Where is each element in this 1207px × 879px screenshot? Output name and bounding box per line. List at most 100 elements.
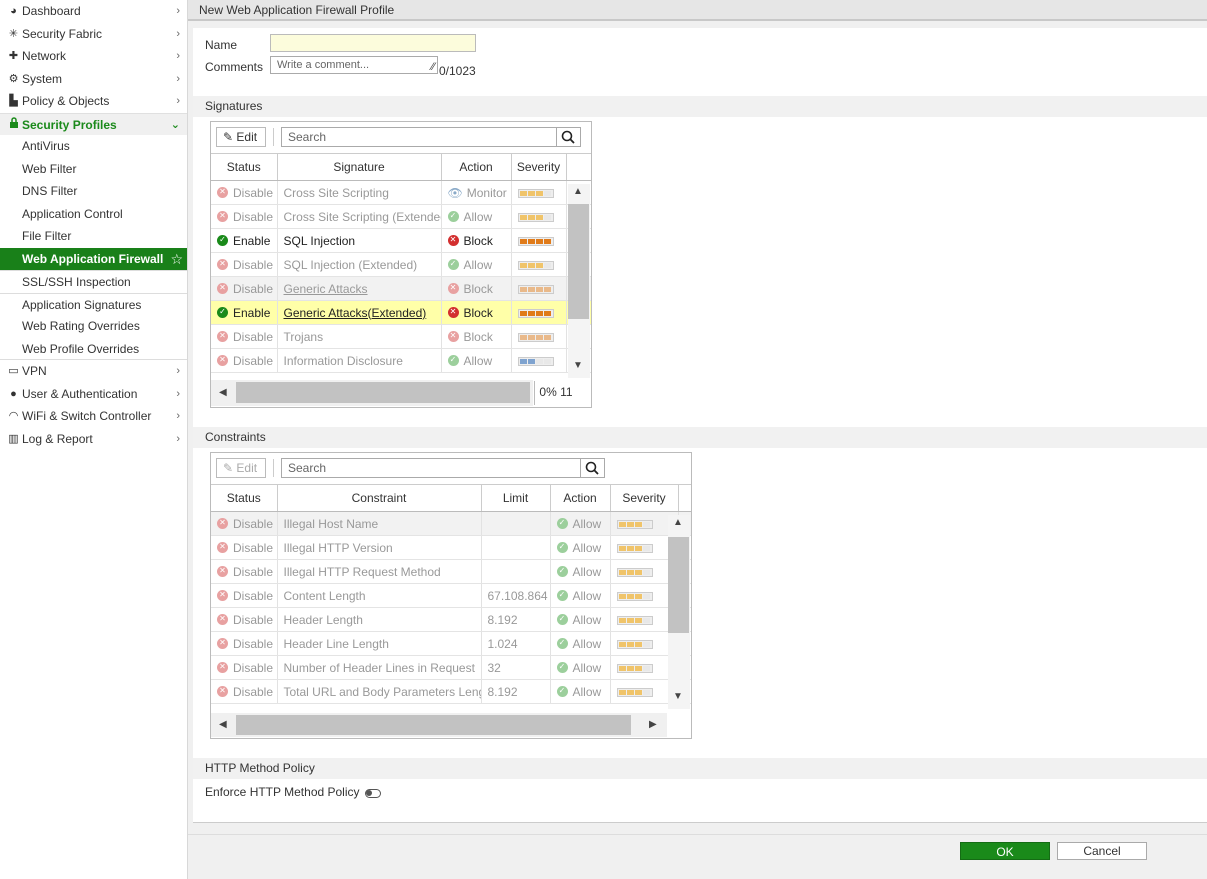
hscroll-thumb[interactable]	[236, 715, 631, 735]
table-row[interactable]: Disable Illegal HTTP Version Allow	[211, 535, 691, 560]
severity-segment	[642, 665, 650, 671]
status-cell: Disable	[211, 631, 278, 656]
table-row[interactable]: Disable Trojans Block	[211, 324, 591, 349]
constraint-cell: Header Line Length	[277, 631, 482, 656]
sidebar-subitem-antivirus[interactable]: AntiVirus	[0, 135, 187, 158]
scroll-left-icon[interactable]: ◀	[219, 719, 227, 730]
scroll-up-icon[interactable]: ▲	[673, 517, 683, 528]
table-row[interactable]: Disable Cross Site Scripting 👁︎Monitor	[211, 180, 591, 205]
sidebar-item-wifi-switch-controller[interactable]: ◠ WiFi & Switch Controller ›	[0, 405, 187, 428]
table-row[interactable]: Disable Content Length 67.108.864 Allow	[211, 583, 691, 608]
name-input[interactable]	[270, 34, 476, 52]
favorite-star-icon[interactable]: ☆	[170, 248, 183, 271]
constraints-vscroll[interactable]: ▲ ▼	[668, 515, 690, 709]
signatures-search-input[interactable]: Search	[281, 127, 557, 147]
col-status[interactable]: Status	[211, 153, 278, 181]
constraints-hscroll[interactable]: ◀ ▶	[211, 713, 667, 737]
disabled-x-icon	[217, 685, 228, 697]
table-row[interactable]: Disable Number of Header Lines in Request…	[211, 655, 691, 680]
toolbar-divider	[273, 459, 274, 477]
hscroll-thumb[interactable]	[236, 382, 530, 403]
col-action[interactable]: Action	[441, 153, 512, 181]
sidebar-item-system[interactable]: ⚙ System ›	[0, 68, 187, 91]
scroll-down-icon[interactable]: ▼	[573, 360, 583, 371]
enabled-check-icon	[217, 306, 228, 318]
sidebar-subitem-web-profile-overrides[interactable]: Web Profile Overrides	[0, 338, 187, 360]
sidebar-item-network[interactable]: ✚ Network ›	[0, 45, 187, 68]
severity-bar	[517, 260, 554, 270]
signature-cell: Cross Site Scripting (Extended)	[277, 204, 442, 229]
scroll-down-icon[interactable]: ▼	[673, 691, 683, 702]
signatures-vscroll[interactable]: ▲ ▼	[568, 184, 590, 378]
table-row[interactable]: Disable Information Disclosure Allow	[211, 348, 591, 373]
action-cell: Allow	[550, 655, 611, 680]
sidebar-subitem-file-filter[interactable]: File Filter	[0, 225, 187, 248]
scroll-right-icon[interactable]: ▶	[649, 719, 657, 730]
sidebar-item-user-authentication[interactable]: ● User & Authentication ›	[0, 383, 187, 406]
sidebar-subitem-ssl-ssh-inspection[interactable]: SSL/SSH Inspection	[0, 270, 187, 293]
sidebar-item-label: WiFi & Switch Controller	[22, 409, 152, 423]
sidebar-subitem-web-application-firewall[interactable]: Web Application Firewall ☆	[0, 247, 187, 271]
sidebar-subitem-web-rating-overrides[interactable]: Web Rating Overrides	[0, 315, 187, 338]
sidebar-item-policy-objects[interactable]: ▙ Policy & Objects ›	[0, 90, 187, 113]
action-cell: Allow	[441, 252, 512, 277]
network-icon: ✚	[8, 50, 19, 62]
cancel-button[interactable]: Cancel	[1057, 842, 1147, 860]
sidebar-subitem-label: Web Filter	[22, 161, 77, 176]
constraints-search-button[interactable]	[580, 458, 605, 478]
scroll-up-icon[interactable]: ▲	[573, 186, 583, 197]
status-text: Disable	[233, 353, 274, 368]
sidebar-item-dashboard[interactable]: ◕ Dashboard ›	[0, 0, 187, 23]
table-row[interactable]: Enable SQL Injection Block	[211, 228, 591, 253]
table-row[interactable]: Disable SQL Injection (Extended) Allow	[211, 252, 591, 277]
ok-button[interactable]: OK	[960, 842, 1050, 860]
table-row[interactable]: Disable Generic Attacks Block	[211, 276, 591, 301]
constraint-cell: Illegal Host Name	[277, 511, 482, 536]
comments-field[interactable]: Write a comment... ⁄⁄	[270, 56, 438, 74]
scroll-thumb[interactable]	[668, 537, 689, 633]
constraints-edit-button[interactable]: ✎ Edit	[216, 458, 266, 478]
col-limit[interactable]: Limit	[481, 484, 551, 512]
col-constraint[interactable]: Constraint	[277, 484, 482, 512]
table-row[interactable]: Disable Header Line Length 1.024 Allow	[211, 631, 691, 656]
constraint-cell: Content Length	[277, 583, 482, 608]
col-severity[interactable]: Severity	[511, 153, 567, 181]
col-action[interactable]: Action	[550, 484, 611, 512]
table-row[interactable]: Disable Illegal Host Name Allow	[211, 511, 691, 536]
table-row[interactable]: Enable Generic Attacks(Extended) Block	[211, 300, 591, 325]
sidebar-subitem-web-filter[interactable]: Web Filter	[0, 158, 187, 181]
sidebar-item-security-profiles[interactable]: Security Profiles ⌄	[0, 112, 187, 135]
table-row[interactable]: Disable Header Length 8.192 Allow	[211, 607, 691, 632]
sidebar-subitem-application-signatures[interactable]: Application Signatures	[0, 292, 187, 316]
sidebar-item-log-report[interactable]: ▥ Log & Report ›	[0, 428, 187, 451]
col-signature[interactable]: Signature	[277, 153, 442, 181]
signatures-panel: ✎ Edit Search Status Signature Action Se…	[210, 121, 592, 408]
sidebar-subitem-application-control[interactable]: Application Control	[0, 203, 187, 226]
severity-segment	[543, 190, 551, 196]
enforce-http-method-toggle[interactable]	[365, 789, 381, 798]
signatures-hscroll[interactable]: ◀	[211, 380, 533, 406]
action-cell: Allow	[441, 204, 512, 229]
sidebar-subitem-dns-filter[interactable]: DNS Filter	[0, 180, 187, 203]
table-row[interactable]: Disable Cross Site Scripting (Extended) Al…	[211, 204, 591, 229]
action-cell: Block	[441, 276, 512, 301]
scroll-thumb[interactable]	[568, 204, 589, 319]
resize-handle-icon[interactable]: ⁄⁄	[431, 61, 435, 73]
signature-name: SQL Injection (Extended)	[283, 257, 418, 272]
sidebar-item-security-fabric[interactable]: ✳ Security Fabric ›	[0, 23, 187, 46]
severity-segment	[543, 238, 551, 244]
disabled-x-icon	[217, 210, 228, 222]
sidebar-item-label: User & Authentication	[22, 386, 138, 401]
table-row[interactable]: Disable Illegal HTTP Request Method Allow	[211, 559, 691, 584]
col-severity[interactable]: Severity	[610, 484, 679, 512]
disabled-x-icon	[217, 565, 228, 577]
sidebar-item-vpn[interactable]: ▭ VPN ›	[0, 360, 187, 383]
table-row[interactable]: Disable Total URL and Body Parameters Len…	[211, 679, 691, 704]
signatures-search-button[interactable]	[556, 127, 581, 147]
constraints-search-input[interactable]: Search	[281, 458, 581, 478]
col-status[interactable]: Status	[211, 484, 278, 512]
sidebar-subitem-label: AntiVirus	[22, 139, 70, 153]
scroll-left-icon[interactable]: ◀	[219, 387, 227, 398]
signatures-edit-button[interactable]: ✎ Edit	[216, 127, 266, 147]
severity-cell	[511, 300, 567, 325]
